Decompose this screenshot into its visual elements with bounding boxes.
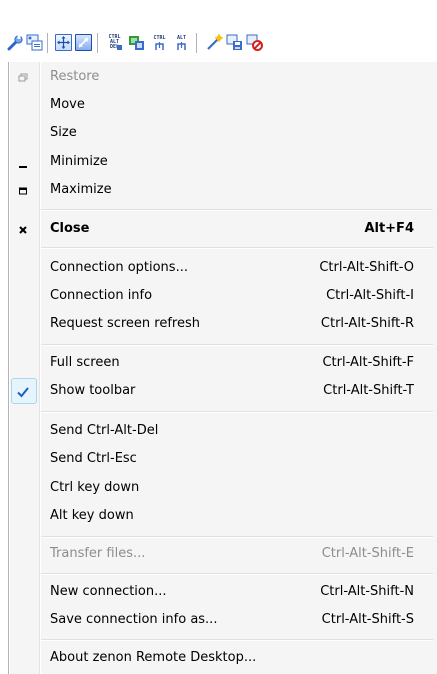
menu-item-label: Close	[50, 221, 90, 236]
menu-item-shortcut: Ctrl-Alt-Shift-O	[319, 260, 414, 275]
menu-item-label: Size	[50, 125, 77, 140]
wrench-icon[interactable]	[7, 34, 24, 51]
menu-item-label: Minimize	[50, 154, 108, 169]
menu-item-connection-info[interactable]: Connection info Ctrl-Alt-Shift-I	[9, 282, 437, 310]
menu-separator	[41, 209, 433, 211]
menu-item-label: Save connection info as...	[50, 612, 218, 627]
menu-item-show-toolbar[interactable]: Show toolbar Ctrl-Alt-Shift-T	[9, 377, 437, 405]
save-connection-icon[interactable]	[226, 34, 243, 51]
menu-item-transfer-files[interactable]: Transfer files... Ctrl-Alt-Shift-E	[9, 540, 437, 568]
menu-item-label: Ctrl key down	[50, 480, 140, 495]
menu-item-move[interactable]: Move	[9, 91, 437, 119]
refresh-screen-icon[interactable]	[128, 34, 145, 51]
menu-item-label: Connection info	[50, 288, 153, 303]
menu-item-request-screen-refresh[interactable]: Request screen refresh Ctrl-Alt-Shift-R	[9, 310, 437, 338]
menu-item-new-connection[interactable]: New connection... Ctrl-Alt-Shift-N	[9, 578, 437, 606]
menu-item-label: Maximize	[50, 182, 112, 197]
checkmark-icon	[15, 383, 31, 399]
menu-item-shortcut: Ctrl-Alt-Shift-I	[326, 288, 414, 303]
system-menu: Restore Move Size Minimize Maximize Clos…	[9, 62, 437, 674]
menu-separator	[41, 536, 433, 538]
menu-item-label: Move	[50, 97, 85, 112]
minimize-icon	[15, 154, 31, 170]
new-connection-icon[interactable]	[206, 34, 223, 51]
menu-item-save-connection-info[interactable]: Save connection info as... Ctrl-Alt-Shif…	[9, 606, 437, 634]
menu-item-full-screen[interactable]: Full screen Ctrl-Alt-Shift-F	[9, 349, 437, 377]
menu-item-send-ctrl-alt-del[interactable]: Send Ctrl-Alt-Del	[9, 417, 437, 445]
menu-item-label: Restore	[50, 69, 100, 84]
menu-item-shortcut: Ctrl-Alt-Shift-N	[320, 584, 414, 599]
menu-separator	[41, 247, 433, 249]
menu-separator	[41, 411, 433, 413]
menu-item-shortcut: Ctrl-Alt-Shift-S	[321, 612, 414, 627]
menu-item-label: Full screen	[50, 355, 120, 370]
menu-item-label: Transfer files...	[50, 546, 146, 561]
menu-item-connection-options[interactable]: Connection options... Ctrl-Alt-Shift-O	[9, 254, 437, 282]
menu-item-label: Alt key down	[50, 508, 134, 523]
menu-item-shortcut: Ctrl-Alt-Shift-T	[323, 383, 414, 398]
maximize-icon	[15, 182, 31, 198]
toolbar-separator	[196, 33, 197, 53]
menu-item-restore[interactable]: Restore	[9, 63, 437, 91]
menu-item-label: Send Ctrl-Alt-Del	[50, 423, 159, 438]
full-screen-icon[interactable]	[55, 34, 72, 51]
menu-item-alt-key-down[interactable]: Alt key down	[9, 502, 437, 530]
menu-item-label: Show toolbar	[50, 383, 136, 398]
menu-item-label: Request screen refresh	[50, 316, 200, 331]
menu-item-label: Connection options...	[50, 260, 188, 275]
menu-item-label: About zenon Remote Desktop...	[50, 650, 257, 665]
menu-item-close[interactable]: Close Alt+F4	[9, 215, 437, 243]
close-icon	[15, 221, 31, 237]
menu-item-shortcut: Alt+F4	[364, 221, 414, 236]
menu-item-shortcut: Ctrl-Alt-Shift-F	[322, 355, 414, 370]
menu-item-label: New connection...	[50, 584, 167, 599]
alt-key-icon[interactable]: ALT	[173, 34, 190, 51]
menu-item-label: Send Ctrl-Esc	[50, 451, 137, 466]
menu-item-send-ctrl-esc[interactable]: Send Ctrl-Esc	[9, 445, 437, 473]
menu-separator	[41, 573, 433, 575]
menu-item-about[interactable]: About zenon Remote Desktop...	[9, 644, 437, 672]
ctrl-key-icon[interactable]: CTRL	[151, 34, 168, 51]
toolbar-separator	[97, 33, 98, 53]
menu-separator	[41, 639, 433, 641]
menu-item-ctrl-key-down[interactable]: Ctrl key down	[9, 474, 437, 502]
menu-item-shortcut: Ctrl-Alt-Shift-E	[321, 546, 414, 561]
toolbar: CTRL ALT DEL CTRL ALT	[0, 0, 437, 53]
restore-icon	[15, 69, 31, 85]
disconnect-icon[interactable]	[246, 34, 263, 51]
toolbar-separator	[47, 33, 48, 53]
connection-info-icon[interactable]	[26, 34, 43, 51]
menu-item-size[interactable]: Size	[9, 119, 437, 147]
scale-icon[interactable]	[75, 34, 92, 51]
menu-item-maximize[interactable]: Maximize	[9, 176, 437, 204]
menu-separator	[41, 344, 433, 346]
menu-item-shortcut: Ctrl-Alt-Shift-R	[320, 316, 414, 331]
menu-item-minimize[interactable]: Minimize	[9, 148, 437, 176]
ctrl-alt-del-icon[interactable]: CTRL ALT DEL	[106, 34, 123, 51]
